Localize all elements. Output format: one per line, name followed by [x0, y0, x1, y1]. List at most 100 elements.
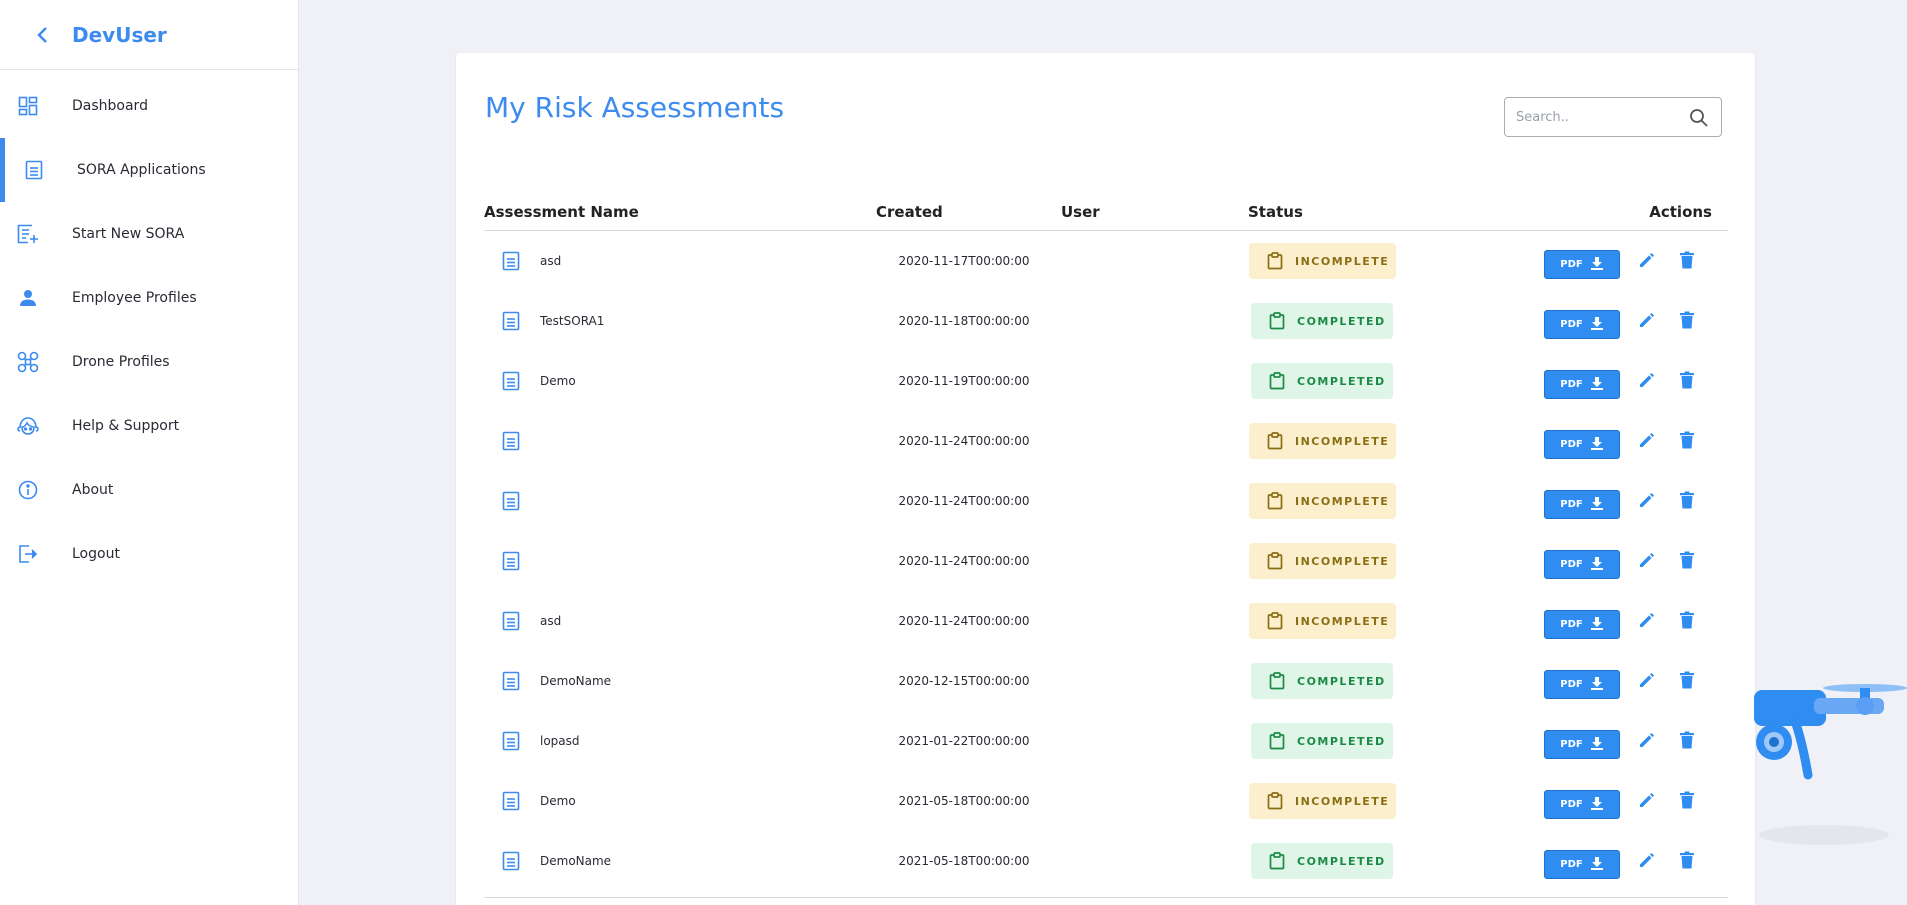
edit-button[interactable]	[1635, 310, 1659, 334]
sidebar-item-dashboard[interactable]: Dashboard	[0, 74, 298, 138]
delete-button[interactable]	[1675, 490, 1699, 514]
edit-button[interactable]	[1635, 670, 1659, 694]
document-icon	[502, 671, 524, 693]
sidebar-item-employee-profiles[interactable]: Employee Profiles	[0, 266, 298, 330]
sidebar-item-label: Dashboard	[72, 98, 148, 114]
info-icon	[17, 479, 39, 501]
sidebar-item-about[interactable]: About	[0, 458, 298, 522]
status-badge: INCOMPLETE	[1249, 483, 1396, 519]
person-icon	[17, 287, 39, 309]
delete-button[interactable]	[1675, 610, 1699, 634]
document-icon	[502, 491, 524, 513]
sidebar-item-label: SORA Applications	[77, 162, 206, 178]
table-row: 2020-11-24T00:00:00 INCOMPLETE PDF	[484, 532, 1728, 592]
assessment-name[interactable]: asd	[540, 614, 561, 628]
pdf-label: PDF	[1560, 679, 1583, 690]
document-icon	[502, 371, 524, 393]
status-badge: INCOMPLETE	[1249, 243, 1396, 279]
document-icon	[502, 311, 524, 333]
column-header-created[interactable]: Created	[876, 203, 943, 221]
column-header-assessment-name[interactable]: Assessment Name	[484, 203, 639, 221]
status-text: INCOMPLETE	[1295, 614, 1390, 628]
clipboard-icon	[1269, 732, 1285, 750]
download-pdf-button[interactable]: PDF	[1544, 310, 1620, 339]
assessment-name[interactable]: asd	[540, 254, 561, 268]
document-icon	[502, 551, 524, 573]
download-pdf-button[interactable]: PDF	[1544, 430, 1620, 459]
delete-button[interactable]	[1675, 730, 1699, 754]
status-badge: COMPLETED	[1251, 363, 1393, 399]
edit-button[interactable]	[1635, 250, 1659, 274]
download-pdf-button[interactable]: PDF	[1544, 610, 1620, 639]
delete-button[interactable]	[1675, 850, 1699, 874]
delete-button[interactable]	[1675, 670, 1699, 694]
document-icon	[502, 251, 524, 273]
edit-button[interactable]	[1635, 430, 1659, 454]
download-pdf-button[interactable]: PDF	[1544, 790, 1620, 819]
search-input[interactable]	[1516, 109, 1681, 125]
download-pdf-button[interactable]: PDF	[1544, 490, 1620, 519]
sidebar-item-start-new-sora[interactable]: Start New SORA	[0, 202, 298, 266]
assessment-name[interactable]: Demo	[540, 794, 576, 808]
sidebar-item-label: About	[72, 482, 114, 498]
table-row: 2020-11-24T00:00:00 INCOMPLETE PDF	[484, 412, 1728, 472]
created-date: 2021-05-18T00:00:00	[898, 854, 1030, 868]
delete-button[interactable]	[1675, 790, 1699, 814]
created-date: 2020-11-17T00:00:00	[898, 254, 1030, 268]
download-pdf-button[interactable]: PDF	[1544, 250, 1620, 279]
column-header-status[interactable]: Status	[1248, 203, 1303, 221]
status-badge: COMPLETED	[1251, 723, 1393, 759]
download-pdf-button[interactable]: PDF	[1544, 730, 1620, 759]
sidebar-item-logout[interactable]: Logout	[0, 522, 298, 586]
status-text: COMPLETED	[1297, 374, 1386, 388]
edit-button[interactable]	[1635, 490, 1659, 514]
download-icon	[1590, 796, 1604, 813]
delete-button[interactable]	[1675, 310, 1699, 334]
column-header-user[interactable]: User	[1061, 203, 1100, 221]
assessment-name[interactable]: DemoName	[540, 854, 611, 868]
edit-button[interactable]	[1635, 550, 1659, 574]
table-header: Assessment Name Created User Status Acti…	[484, 193, 1728, 231]
created-date: 2020-12-15T00:00:00	[898, 674, 1030, 688]
delete-button[interactable]	[1675, 370, 1699, 394]
back-chevron-icon[interactable]	[36, 26, 50, 44]
edit-button[interactable]	[1635, 850, 1659, 874]
download-pdf-button[interactable]: PDF	[1544, 670, 1620, 699]
download-pdf-button[interactable]: PDF	[1544, 550, 1620, 579]
search-icon[interactable]	[1689, 108, 1709, 128]
delete-button[interactable]	[1675, 550, 1699, 574]
assessment-name[interactable]: Demo	[540, 374, 576, 388]
clipboard-icon	[1267, 252, 1283, 270]
assessment-name[interactable]: lopasd	[540, 734, 580, 748]
assessment-name[interactable]: TestSORA1	[540, 314, 604, 328]
document-icon	[502, 791, 524, 813]
trash-icon	[1679, 551, 1695, 573]
download-pdf-button[interactable]: PDF	[1544, 370, 1620, 399]
created-date: 2020-11-18T00:00:00	[898, 314, 1030, 328]
edit-button[interactable]	[1635, 370, 1659, 394]
assessment-name[interactable]: DemoName	[540, 674, 611, 688]
edit-button[interactable]	[1635, 730, 1659, 754]
pencil-icon	[1638, 311, 1656, 333]
clipboard-icon	[1267, 432, 1283, 450]
download-pdf-button[interactable]: PDF	[1544, 850, 1620, 879]
download-icon	[1590, 616, 1604, 633]
delete-button[interactable]	[1675, 430, 1699, 454]
sidebar-item-label: Start New SORA	[72, 226, 185, 242]
table-row: 2020-11-24T00:00:00 INCOMPLETE PDF	[484, 472, 1728, 532]
brand-name: DevUser	[72, 22, 167, 47]
trash-icon	[1679, 731, 1695, 753]
trash-icon	[1679, 791, 1695, 813]
search-box[interactable]	[1504, 97, 1722, 137]
pdf-label: PDF	[1560, 739, 1583, 750]
sidebar-item-drone-profiles[interactable]: Drone Profiles	[0, 330, 298, 394]
created-date: 2020-11-24T00:00:00	[898, 614, 1030, 628]
edit-button[interactable]	[1635, 610, 1659, 634]
logout-icon	[17, 543, 39, 565]
sidebar-item-sora-applications[interactable]: SORA Applications	[0, 138, 298, 202]
delete-button[interactable]	[1675, 250, 1699, 274]
dashboard-icon	[17, 95, 39, 117]
pdf-label: PDF	[1560, 859, 1583, 870]
sidebar-item-help-support[interactable]: Help & Support	[0, 394, 298, 458]
edit-button[interactable]	[1635, 790, 1659, 814]
